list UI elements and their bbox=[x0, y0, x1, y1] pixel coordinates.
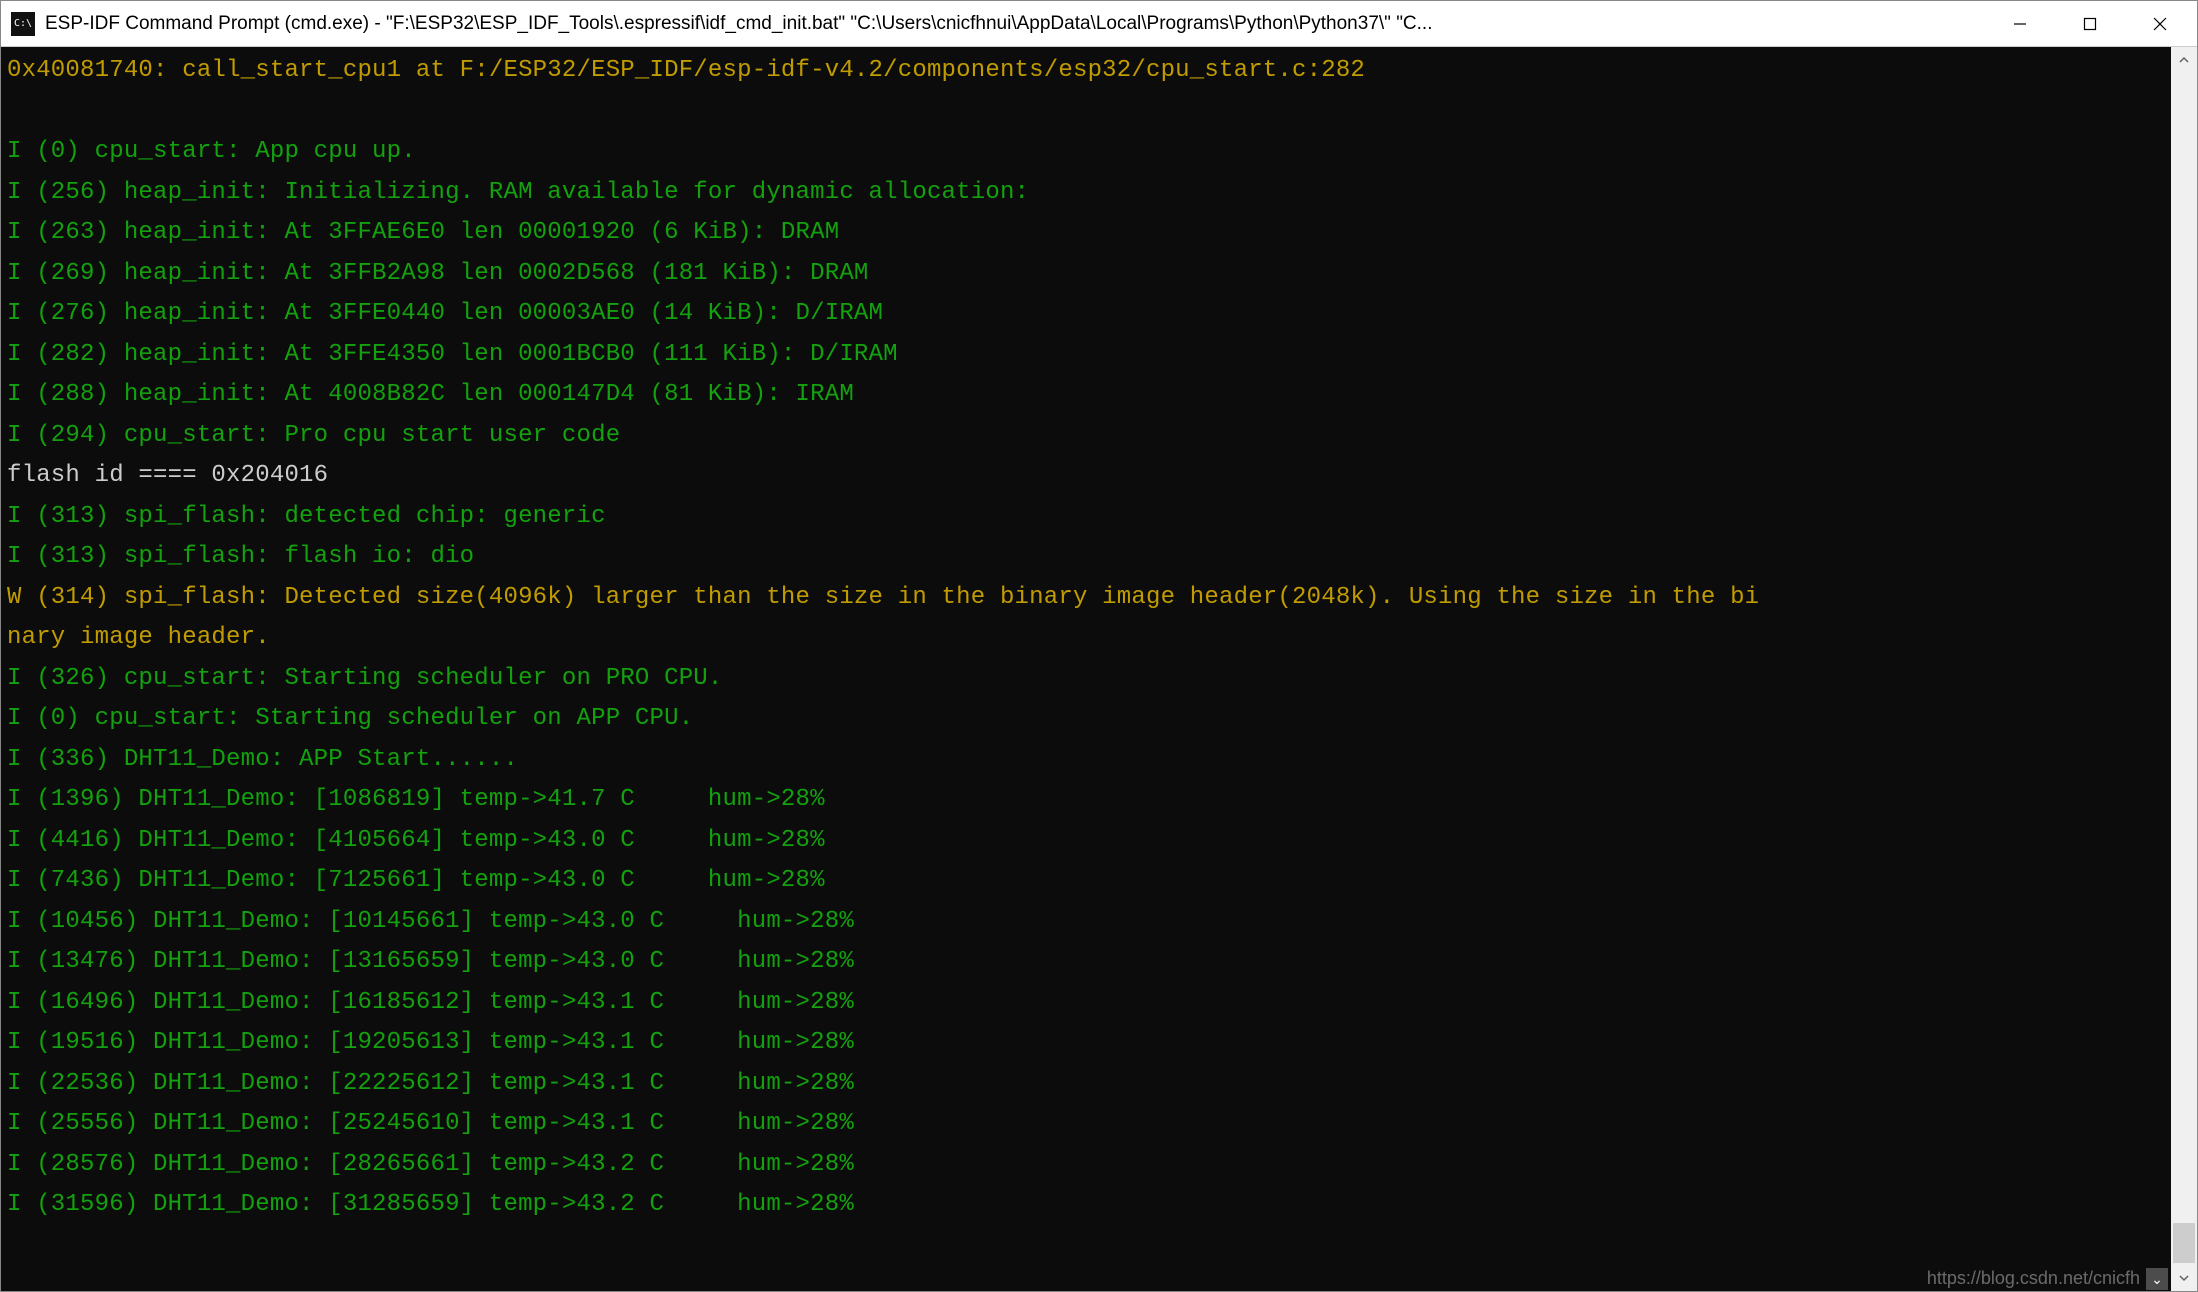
terminal-line: I (10456) DHT11_Demo: [10145661] temp->4… bbox=[7, 902, 2165, 943]
terminal-line: I (0) cpu_start: App cpu up. bbox=[7, 132, 2165, 173]
terminal-line: W (314) spi_flash: Detected size(4096k) … bbox=[7, 578, 2165, 619]
terminal-line: I (288) heap_init: At 4008B82C len 00014… bbox=[7, 375, 2165, 416]
scroll-thumb[interactable] bbox=[2173, 1223, 2195, 1263]
terminal-line: I (336) DHT11_Demo: APP Start...... bbox=[7, 740, 2165, 781]
terminal-line: I (22536) DHT11_Demo: [22225612] temp->4… bbox=[7, 1064, 2165, 1105]
terminal-line: I (276) heap_init: At 3FFE0440 len 00003… bbox=[7, 294, 2165, 335]
terminal-line: I (263) heap_init: At 3FFAE6E0 len 00001… bbox=[7, 213, 2165, 254]
window-title: ESP-IDF Command Prompt (cmd.exe) - "F:\E… bbox=[45, 13, 1985, 35]
terminal-line: I (19516) DHT11_Demo: [19205613] temp->4… bbox=[7, 1023, 2165, 1064]
terminal-line: I (4416) DHT11_Demo: [4105664] temp->43.… bbox=[7, 821, 2165, 862]
app-icon: C:\ bbox=[11, 12, 35, 36]
terminal-line: I (16496) DHT11_Demo: [16185612] temp->4… bbox=[7, 983, 2165, 1024]
terminal-line: I (31596) DHT11_Demo: [31285659] temp->4… bbox=[7, 1185, 2165, 1226]
terminal-line: nary image header. bbox=[7, 618, 2165, 659]
close-button[interactable] bbox=[2125, 1, 2195, 46]
terminal-line: I (313) spi_flash: detected chip: generi… bbox=[7, 497, 2165, 538]
terminal-line: I (7436) DHT11_Demo: [7125661] temp->43.… bbox=[7, 861, 2165, 902]
terminal-line bbox=[7, 92, 2165, 133]
vertical-scrollbar[interactable] bbox=[2171, 47, 2197, 1291]
scroll-up-icon[interactable] bbox=[2171, 47, 2197, 73]
chevron-down-icon: ⌄ bbox=[2146, 1268, 2168, 1290]
maximize-button[interactable] bbox=[2055, 1, 2125, 46]
minimize-button[interactable] bbox=[1985, 1, 2055, 46]
terminal-line: I (313) spi_flash: flash io: dio bbox=[7, 537, 2165, 578]
terminal-line: flash id ==== 0x204016 bbox=[7, 456, 2165, 497]
terminal-container: 0x40081740: call_start_cpu1 at F:/ESP32/… bbox=[1, 47, 2197, 1291]
terminal-line: I (269) heap_init: At 3FFB2A98 len 0002D… bbox=[7, 254, 2165, 295]
terminal-line: I (1396) DHT11_Demo: [1086819] temp->41.… bbox=[7, 780, 2165, 821]
terminal-line: I (256) heap_init: Initializing. RAM ava… bbox=[7, 173, 2165, 214]
terminal-line: I (13476) DHT11_Demo: [13165659] temp->4… bbox=[7, 942, 2165, 983]
terminal-line: I (282) heap_init: At 3FFE4350 len 0001B… bbox=[7, 335, 2165, 376]
terminal-line: I (294) cpu_start: Pro cpu start user co… bbox=[7, 416, 2165, 457]
terminal-line: 0x40081740: call_start_cpu1 at F:/ESP32/… bbox=[7, 51, 2165, 92]
title-bar[interactable]: C:\ ESP-IDF Command Prompt (cmd.exe) - "… bbox=[1, 1, 2197, 47]
terminal-line: I (326) cpu_start: Starting scheduler on… bbox=[7, 659, 2165, 700]
terminal-line: I (28576) DHT11_Demo: [28265661] temp->4… bbox=[7, 1145, 2165, 1186]
terminal-output[interactable]: 0x40081740: call_start_cpu1 at F:/ESP32/… bbox=[1, 47, 2171, 1291]
watermark: https://blog.csdn.net/cnicfh⌄ bbox=[1927, 1268, 2168, 1290]
terminal-line: I (25556) DHT11_Demo: [25245610] temp->4… bbox=[7, 1104, 2165, 1145]
scroll-down-icon[interactable] bbox=[2171, 1265, 2197, 1291]
window-controls bbox=[1985, 1, 2195, 46]
terminal-line: I (0) cpu_start: Starting scheduler on A… bbox=[7, 699, 2165, 740]
